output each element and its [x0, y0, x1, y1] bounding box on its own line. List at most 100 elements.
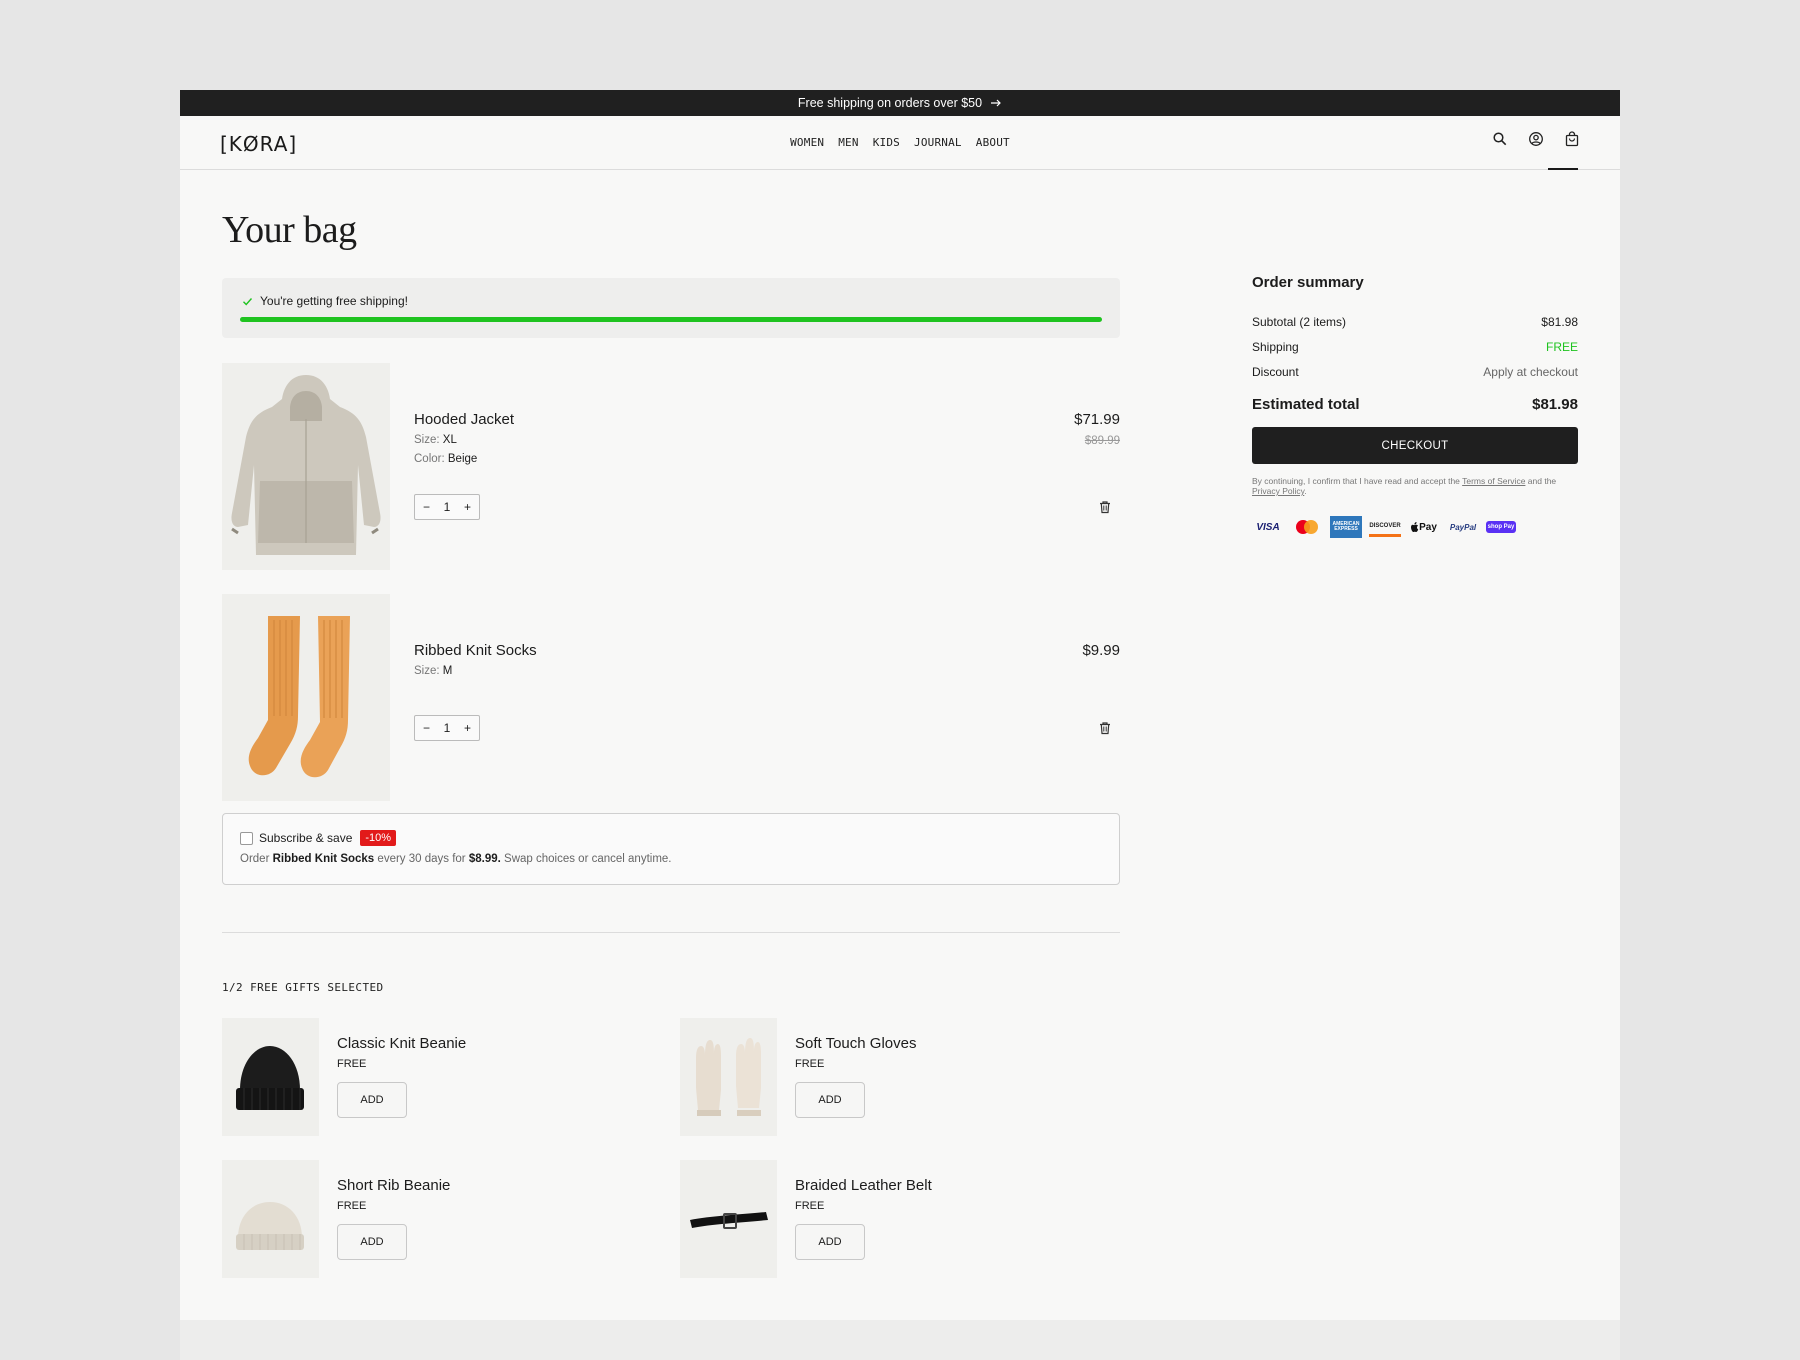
discover-icon: DISCOVER — [1369, 517, 1401, 538]
legal-notice: By continuing, I confirm that I have rea… — [1252, 476, 1578, 496]
announcement-text: Free shipping on orders over $50 — [797, 96, 983, 110]
color-label: Color: — [414, 453, 445, 465]
gift-price: FREE — [795, 1200, 825, 1212]
shipping-progress-fill — [240, 317, 1102, 322]
shipping-value: FREE — [1545, 340, 1578, 354]
add-gift-button[interactable]: ADD — [337, 1224, 407, 1260]
main-nav: WOMEN MEN KIDS JOURNAL ABOUT — [180, 136, 1620, 149]
gift-image-short-rib-beanie — [222, 1160, 319, 1278]
item-original-price: $89.99 — [1084, 435, 1120, 447]
increase-quantity-button[interactable]: + — [464, 721, 471, 735]
estimated-total-value: $81.98 — [1532, 396, 1578, 413]
gift-price: FREE — [795, 1058, 825, 1070]
subtotal-label: Subtotal (2 items) — [1252, 315, 1347, 329]
nav-item-kids[interactable]: KIDS — [873, 136, 900, 149]
product-image-hooded-jacket[interactable] — [222, 363, 390, 570]
bag-icon[interactable] — [1564, 131, 1580, 147]
gift-name: Soft Touch Gloves — [795, 1035, 917, 1052]
subscribe-checkbox[interactable] — [240, 831, 253, 845]
color-value: Beige — [447, 453, 478, 465]
trash-icon[interactable] — [1098, 721, 1112, 735]
discount-row: Discount Apply at checkout — [1252, 365, 1578, 390]
legal-text: By continuing, I confirm that I have rea… — [1252, 476, 1460, 486]
order-summary-title: Order summary — [1252, 274, 1364, 291]
subtotal-row: Subtotal (2 items) $81.98 — [1252, 315, 1578, 340]
gift-item: Soft Touch Gloves FREE ADD — [680, 1018, 1100, 1136]
gift-image-soft-touch-gloves — [680, 1018, 777, 1136]
add-gift-button[interactable]: ADD — [795, 1082, 865, 1118]
terms-of-service-link[interactable]: Terms of Service — [1462, 476, 1525, 486]
quantity-stepper: − 1 + — [414, 494, 480, 520]
page-title: Your bag — [222, 209, 357, 251]
announcement-bar[interactable]: Free shipping on orders over $50 — [180, 90, 1620, 116]
subscribe-product: Ribbed Knit Socks — [272, 853, 375, 865]
order-summary: Order summary Subtotal (2 items) $81.98 … — [1252, 274, 1578, 539]
nav-item-men[interactable]: MEN — [838, 136, 858, 149]
shop-pay-icon: shop Pay — [1486, 521, 1516, 534]
visa-icon: VISA — [1256, 521, 1280, 533]
header-icons — [1492, 131, 1580, 147]
gift-price: FREE — [337, 1058, 367, 1070]
nav-item-women[interactable]: WOMEN — [790, 136, 824, 149]
estimated-total-label: Estimated total — [1252, 396, 1360, 413]
nav-item-about[interactable]: ABOUT — [976, 136, 1010, 149]
item-name[interactable]: Ribbed Knit Socks — [414, 642, 537, 659]
subscribe-label[interactable]: Subscribe & save — [259, 831, 352, 845]
gift-image-braided-leather-belt — [680, 1160, 777, 1278]
gift-item: Braided Leather Belt FREE ADD — [680, 1160, 1100, 1278]
account-icon[interactable] — [1528, 131, 1544, 147]
item-price: $9.99 — [1082, 642, 1120, 659]
subscribe-text-mid: every 30 days for — [377, 853, 466, 865]
apple-pay-icon: Pay — [1408, 517, 1440, 537]
subscribe-save-box: Subscribe & save -10% Order Ribbed Knit … — [222, 813, 1120, 885]
free-gifts-title: 1/2 FREE GIFTS SELECTED — [222, 981, 384, 994]
gift-name: Short Rib Beanie — [337, 1177, 451, 1194]
gift-image-classic-knit-beanie — [222, 1018, 319, 1136]
shipping-label: Shipping — [1252, 340, 1299, 354]
apple-pay-label: Pay — [1419, 521, 1437, 533]
subtotal-value: $81.98 — [1541, 315, 1578, 329]
item-size: Size: XL — [414, 434, 457, 446]
mastercard-icon — [1291, 517, 1323, 537]
size-value: M — [442, 665, 453, 677]
checkout-button[interactable]: CHECKOUT — [1252, 427, 1578, 464]
nav-item-journal[interactable]: JOURNAL — [914, 136, 962, 149]
item-size: Size: M — [414, 665, 452, 677]
payment-methods: VISA AMERICAN EXPRESS DISCOVER Pay PayPa… — [1252, 516, 1578, 539]
privacy-policy-link[interactable]: Privacy Policy — [1252, 486, 1304, 496]
decrease-quantity-button[interactable]: − — [423, 500, 430, 514]
bag-active-indicator — [1548, 168, 1578, 170]
page-frame: Free shipping on orders over $50 [KØRA] … — [180, 90, 1620, 1360]
trash-icon[interactable] — [1098, 500, 1112, 514]
paypal-icon: PayPal — [1449, 522, 1477, 532]
discount-label: Discount — [1252, 365, 1299, 379]
add-gift-button[interactable]: ADD — [795, 1224, 865, 1260]
shipping-progress-bar — [240, 317, 1102, 322]
subscribe-text-suffix: Swap choices or cancel anytime. — [504, 853, 672, 865]
quantity-stepper: − 1 + — [414, 715, 480, 741]
gift-item: Classic Knit Beanie FREE ADD — [222, 1018, 642, 1136]
subscribe-price: $8.99. — [468, 853, 501, 865]
quantity-value[interactable]: 1 — [444, 721, 451, 735]
decrease-quantity-button[interactable]: − — [423, 721, 430, 735]
quantity-value[interactable]: 1 — [444, 500, 451, 514]
search-icon[interactable] — [1492, 131, 1508, 147]
gift-item: Short Rib Beanie FREE ADD — [222, 1160, 642, 1278]
check-icon — [243, 297, 253, 306]
subscribe-text-prefix: Order — [240, 853, 270, 865]
increase-quantity-button[interactable]: + — [464, 500, 471, 514]
apple-icon — [1411, 522, 1419, 533]
subscribe-description: Order Ribbed Knit Socks every 30 days fo… — [240, 853, 672, 865]
legal-text-end: . — [1304, 486, 1307, 497]
item-price: $71.99 — [1074, 411, 1120, 428]
product-image-ribbed-knit-socks[interactable] — [222, 594, 390, 801]
shipping-row: Shipping FREE — [1252, 340, 1578, 365]
amex-icon: AMERICAN EXPRESS — [1330, 516, 1362, 539]
add-gift-button[interactable]: ADD — [337, 1082, 407, 1118]
discount-badge: -10% — [360, 830, 397, 846]
cart-item: Ribbed Knit Socks Size: M $9.99 − 1 + — [222, 594, 1120, 801]
item-name[interactable]: Hooded Jacket — [414, 411, 514, 428]
size-value: XL — [442, 434, 457, 446]
footer-strip — [180, 1320, 1620, 1360]
size-label: Size: — [414, 434, 440, 446]
